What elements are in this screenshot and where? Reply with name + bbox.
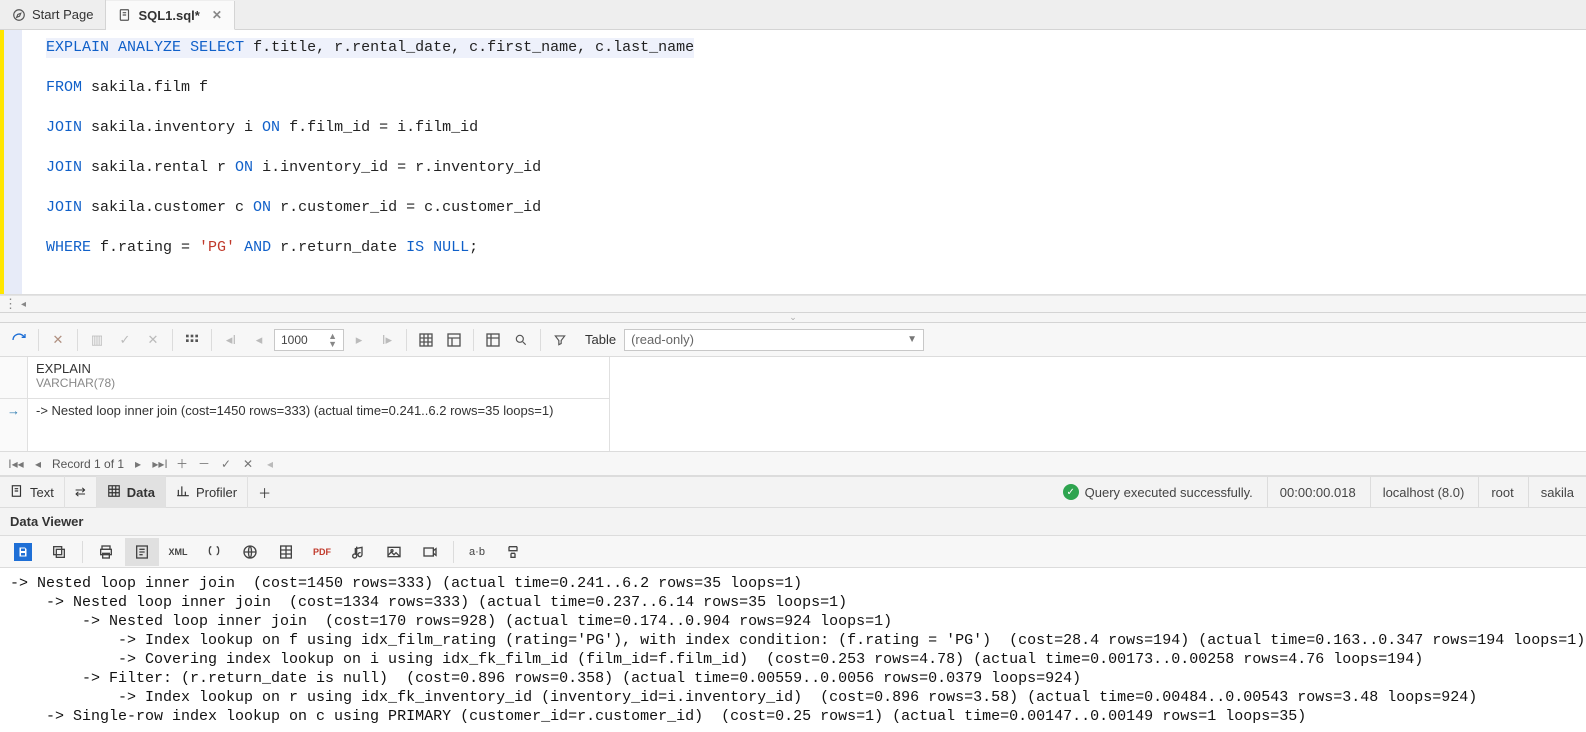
chevron-down-icon: ▼ (907, 334, 917, 345)
refresh-button[interactable] (6, 327, 32, 353)
record-position: Record 1 of 1 (52, 457, 124, 471)
sql-file-icon (118, 8, 132, 22)
table-label: Table (585, 332, 616, 347)
column-header[interactable]: EXPLAIN VARCHAR(78) (28, 357, 609, 399)
editor-footer-handle[interactable]: ⋮ ◂ (0, 295, 1586, 313)
last-page-button[interactable]: I▸ (374, 327, 400, 353)
chart-icon (176, 484, 190, 501)
tab-start-page[interactable]: Start Page (0, 0, 106, 29)
table-selector[interactable]: (read-only) ▼ (624, 329, 924, 351)
find-button[interactable] (508, 327, 534, 353)
refresh-record-button[interactable]: ◂ (262, 457, 278, 471)
audio-viewer-button[interactable] (341, 538, 375, 566)
save-button[interactable] (6, 538, 40, 566)
last-record-button[interactable]: ▸▸I (152, 457, 168, 471)
tab-label: SQL1.sql* (138, 8, 199, 23)
tab-profiler[interactable]: Profiler (166, 476, 248, 508)
post-edit-button[interactable]: ✓ (218, 457, 234, 471)
exec-time: 00:00:00.018 (1280, 485, 1356, 500)
text-icon (10, 484, 24, 501)
image-viewer-button[interactable] (377, 538, 411, 566)
cancel-button[interactable]: ✕ (45, 327, 71, 353)
next-record-button[interactable]: ▸ (130, 457, 146, 471)
sql-text[interactable]: EXPLAIN ANALYZE SELECT f.title, r.rental… (22, 30, 704, 294)
prev-page-button[interactable]: ◂ (246, 327, 272, 353)
copy-button[interactable] (42, 538, 76, 566)
video-viewer-button[interactable] (413, 538, 447, 566)
pivot-view-button[interactable] (480, 327, 506, 353)
swap-icon: ⇄ (75, 484, 86, 500)
spinner-icon[interactable]: ▲▼ (328, 332, 337, 348)
data-viewer-title: Data Viewer (0, 508, 1586, 536)
print-button[interactable] (89, 538, 123, 566)
compass-icon (12, 8, 26, 22)
cancel-edit-button[interactable]: ✕ (240, 457, 256, 471)
current-row-marker: → (0, 399, 27, 451)
record-navigator: I◂◂ ◂ Record 1 of 1 ▸ ▸▸I ＋ － ✓ ✕ ◂ (0, 452, 1586, 476)
prev-record-button[interactable]: ◂ (30, 457, 46, 471)
commit-button[interactable]: ✓ (112, 327, 138, 353)
close-icon[interactable]: ✕ (212, 8, 222, 22)
pane-splitter[interactable]: ⌄ (0, 313, 1586, 323)
grid-cell[interactable]: -> Nested loop inner join (cost=1450 row… (28, 399, 609, 422)
save-icon (14, 543, 32, 561)
connection-user: root (1491, 485, 1513, 500)
grid-view-button[interactable] (413, 327, 439, 353)
row-count-input[interactable]: 1000 ▲▼ (274, 329, 344, 351)
tab-sql-file[interactable]: SQL1.sql* ✕ (106, 1, 234, 30)
tab-label: Start Page (32, 7, 93, 22)
tab-data[interactable]: Data (97, 476, 166, 508)
connection-host: localhost (8.0) (1383, 485, 1465, 500)
grid-icon (107, 484, 121, 501)
first-record-button[interactable]: I◂◂ (8, 457, 24, 471)
apply-changes-button[interactable]: ▥ (84, 327, 110, 353)
results-grid: → EXPLAIN VARCHAR(78) -> Nested loop inn… (0, 357, 1586, 452)
split-horizontal-icon: ⋮ (4, 296, 17, 312)
tab-swap[interactable]: ⇄ (65, 476, 97, 508)
form-view-button[interactable] (441, 327, 467, 353)
json-viewer-button[interactable] (197, 538, 231, 566)
rollback-button[interactable]: ✕ (140, 327, 166, 353)
fetch-size-button[interactable] (179, 327, 205, 353)
result-tabs: Text ⇄ Data Profiler ＋ ✓ Query executed … (0, 476, 1586, 508)
pdf-viewer-button[interactable]: PDF (305, 538, 339, 566)
filter-button[interactable] (547, 327, 573, 353)
text-viewer-button[interactable] (125, 538, 159, 566)
word-wrap-button[interactable]: a·b (460, 538, 494, 566)
data-viewer-toolbar: XML PDF a·b (0, 536, 1586, 568)
sql-editor[interactable]: EXPLAIN ANALYZE SELECT f.title, r.rental… (0, 30, 1586, 295)
remove-record-button[interactable]: － (196, 455, 212, 472)
status-bar: ✓ Query executed successfully. 00:00:00.… (1051, 476, 1586, 508)
results-toolbar: ✕ ▥ ✓ ✕ ◂I ◂ 1000 ▲▼ ▸ I▸ Table (read-on… (0, 323, 1586, 357)
first-page-button[interactable]: ◂I (218, 327, 244, 353)
explain-output[interactable]: -> Nested loop inner join (cost=1450 row… (0, 568, 1586, 732)
success-icon: ✓ (1063, 484, 1079, 500)
html-viewer-button[interactable] (233, 538, 267, 566)
status-message: Query executed successfully. (1085, 485, 1253, 500)
spreadsheet-viewer-button[interactable] (269, 538, 303, 566)
next-page-button[interactable]: ▸ (346, 327, 372, 353)
tab-text[interactable]: Text (0, 476, 65, 508)
connection-schema: sakila (1541, 485, 1574, 500)
add-record-button[interactable]: ＋ (174, 455, 190, 472)
editor-tabs: Start Page SQL1.sql* ✕ (0, 0, 1586, 30)
xml-viewer-button[interactable]: XML (161, 538, 195, 566)
format-button[interactable] (496, 538, 530, 566)
add-result-tab-button[interactable]: ＋ (248, 476, 281, 508)
